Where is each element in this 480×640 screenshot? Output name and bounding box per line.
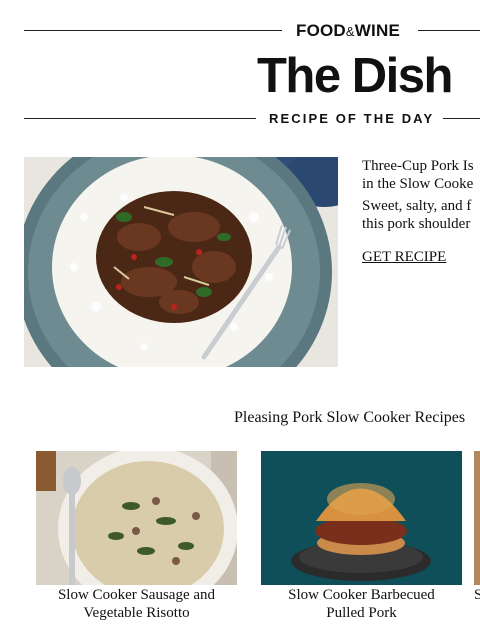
brand-logo-text-food: FOOD <box>296 21 346 40</box>
pulled-pork-sandwich-illustration <box>261 451 462 585</box>
card-caption-line1: S <box>474 587 480 603</box>
feature-recipe-image[interactable] <box>24 157 338 367</box>
feature-title-line2: in the Slow Cooke <box>362 176 474 192</box>
pork-rice-bowl-illustration <box>24 157 338 367</box>
subtitle-rule-right <box>443 118 480 119</box>
brand-logo[interactable]: FOOD&WINE <box>296 21 400 41</box>
partial-card-image[interactable] <box>474 451 480 585</box>
brand-logo-amp: & <box>345 24 355 39</box>
section-title: Pleasing Pork Slow Cooker Recipes <box>234 409 466 426</box>
get-recipe-link[interactable]: GET RECIPE <box>362 249 480 266</box>
card-caption-line1: Slow Cooker Barbecued <box>288 587 435 603</box>
recipe-card-risotto[interactable]: Slow Cooker Sausage and Vegetable Risott… <box>36 451 237 622</box>
card-caption-line2: Pulled Pork <box>326 605 397 621</box>
partial-card-illustration <box>474 451 480 585</box>
feature-desc-line1: Sweet, salty, and f <box>362 198 472 214</box>
recipe-card-pulled-pork[interactable]: Slow Cooker Barbecued Pulled Pork <box>261 451 462 622</box>
subtitle-rule-left <box>24 118 256 119</box>
feature-title-line1: Three-Cup Pork Is <box>362 158 474 174</box>
brand-logo-text-wine: WINE <box>354 21 400 40</box>
feature-recipe-title[interactable]: Three-Cup Pork Is in the Slow Cooke <box>362 157 480 193</box>
header-rule-left-top <box>24 30 282 31</box>
risotto-image[interactable] <box>36 451 237 585</box>
card-caption-partial[interactable]: S <box>474 586 480 604</box>
header-rule-right-top <box>418 30 480 31</box>
newsletter-title: The Dish <box>257 49 453 103</box>
card-caption-risotto[interactable]: Slow Cooker Sausage and Vegetable Risott… <box>36 586 237 622</box>
card-caption-pulled-pork[interactable]: Slow Cooker Barbecued Pulled Pork <box>261 586 462 622</box>
feature-desc-line2: this pork shoulder <box>362 216 471 232</box>
risotto-bowl-illustration <box>36 451 237 585</box>
feature-recipe-description: Sweet, salty, and f this pork shoulder <box>362 197 480 233</box>
recipe-card-partial[interactable]: S <box>474 451 480 604</box>
feature-recipe-text: Three-Cup Pork Is in the Slow Cooke Swee… <box>362 157 480 266</box>
card-caption-line2: Vegetable Risotto <box>83 605 190 621</box>
section-subtitle: RECIPE OF THE DAY <box>269 111 435 126</box>
card-caption-line1: Slow Cooker Sausage and <box>57 587 216 603</box>
pulled-pork-image[interactable] <box>261 451 462 585</box>
